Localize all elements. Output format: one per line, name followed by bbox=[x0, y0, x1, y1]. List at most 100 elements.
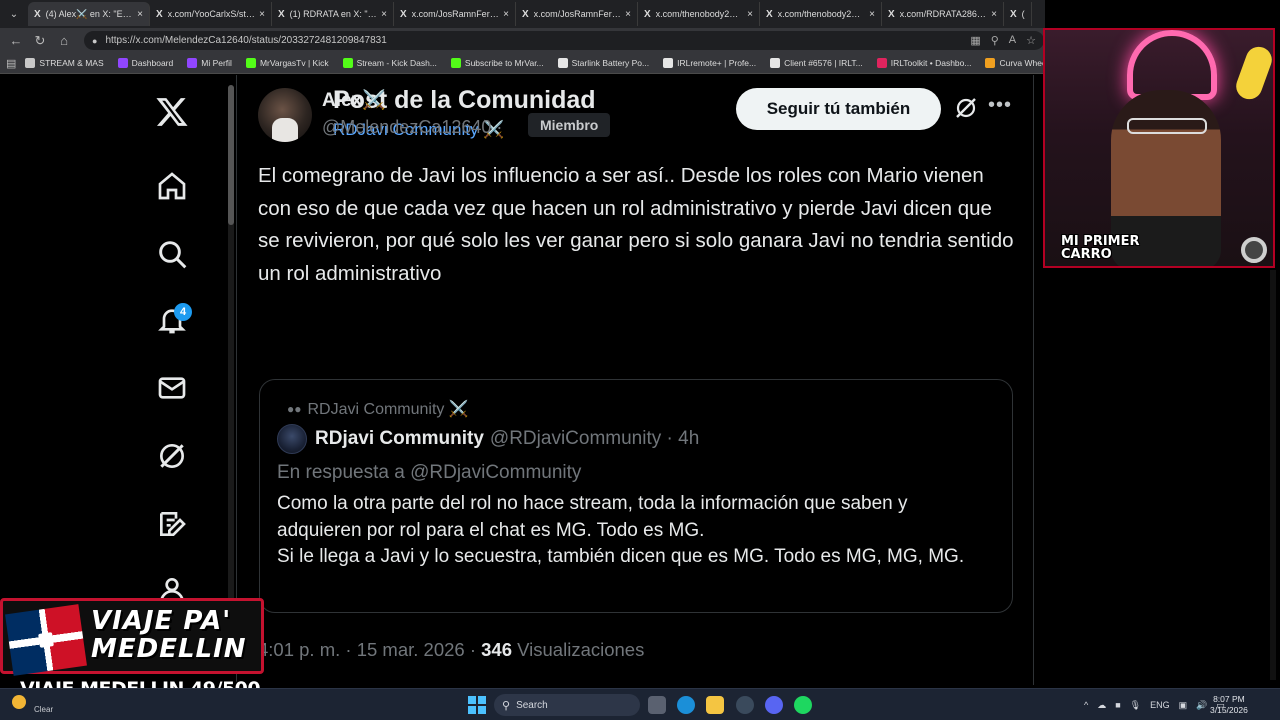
search-nav-icon[interactable] bbox=[140, 229, 204, 279]
browser-tab[interactable]: Xx.com/thenobody22345 × bbox=[638, 2, 760, 26]
close-tab-icon[interactable]: × bbox=[381, 9, 387, 20]
browser-tab[interactable]: Xx.com/thenobody22345 × bbox=[760, 2, 882, 26]
screen: ⌄ X(4) Alex⚔️ en X: "El com×Xx.com/YooCa… bbox=[0, 0, 1280, 720]
windows-start-icon[interactable] bbox=[468, 696, 486, 714]
tray-chevron-icon[interactable]: ^ bbox=[1084, 700, 1088, 710]
views-count: 346 bbox=[481, 639, 513, 660]
x-favicon-icon: X bbox=[1010, 8, 1017, 20]
favorite-star-icon[interactable]: ☆ bbox=[1026, 34, 1036, 47]
weather-moon-icon[interactable] bbox=[12, 695, 26, 709]
author-avatar[interactable] bbox=[258, 88, 312, 142]
address-bar[interactable]: ● https://x.com/MelendezCa12640/status/2… bbox=[84, 31, 1044, 50]
browser-tab[interactable]: X (1) bbox=[1004, 2, 1032, 26]
quote-handle-time[interactable]: @RDjaviCommunity · 4h bbox=[490, 428, 699, 450]
bookmark-item[interactable]: Subscribe to MrVar... bbox=[446, 58, 549, 68]
notifications-nav-icon[interactable]: 4 bbox=[140, 295, 204, 345]
bookmark-item[interactable]: MrVargasTv | Kick bbox=[241, 58, 334, 68]
browser-tab[interactable]: Xx.com/JosRamnFer7413 × bbox=[516, 2, 638, 26]
dominican-flag bbox=[5, 604, 87, 676]
grok-nav-icon[interactable] bbox=[140, 431, 204, 481]
file-explorer-icon[interactable] bbox=[706, 696, 724, 714]
bookmark-item[interactable]: STREAM & MAS bbox=[20, 58, 108, 68]
tab-list-chevron-icon[interactable]: ⌄ bbox=[0, 0, 28, 28]
people-icon: ●● bbox=[287, 402, 302, 416]
bookmark-label: IRLToolkit • Dashbo... bbox=[890, 58, 972, 68]
tray-app-icon[interactable]: ■ bbox=[1115, 700, 1120, 710]
x-logo-icon[interactable] bbox=[140, 87, 204, 137]
close-tab-icon[interactable]: × bbox=[625, 9, 631, 20]
bookmark-item[interactable]: Stream - Kick Dash... bbox=[338, 58, 442, 68]
x-favicon-icon: X bbox=[522, 8, 529, 20]
home-nav-icon[interactable] bbox=[140, 161, 204, 211]
tray-cloud-icon[interactable]: ☁ bbox=[1097, 700, 1106, 711]
close-tab-icon[interactable]: × bbox=[503, 9, 509, 20]
post-meta: 4:01 p. m. · 15 mar. 2026 · 346 Visualiz… bbox=[258, 639, 644, 661]
follow-button[interactable]: Seguir tú también bbox=[736, 88, 941, 130]
more-options-icon[interactable]: ••• bbox=[988, 94, 1014, 120]
bookmark-item[interactable]: IRLToolkit • Dashbo... bbox=[872, 58, 977, 68]
bookmark-label: Starlink Battery Po... bbox=[571, 58, 650, 68]
back-nav-icon[interactable]: ← bbox=[4, 33, 28, 48]
browser-tab[interactable]: X (1) RDRATA en X: "una s× bbox=[272, 2, 394, 26]
tab-title: (1) bbox=[1021, 9, 1025, 19]
read-aloud-icon[interactable]: A bbox=[1009, 34, 1016, 47]
bookmark-item[interactable]: Client #6576 | IRLT... bbox=[765, 58, 868, 68]
bookmark-item[interactable]: IRLremote+ | Profe... bbox=[658, 58, 761, 68]
task-view-icon[interactable] bbox=[648, 696, 666, 714]
author-handle[interactable]: @MelendezCa12640 · bbox=[322, 117, 502, 138]
edge-browser-icon[interactable] bbox=[677, 696, 695, 714]
post-timestamp[interactable]: 4:01 p. m. · 15 mar. 2026 · bbox=[258, 639, 476, 660]
close-tab-icon[interactable]: × bbox=[991, 9, 997, 20]
page-scrollbar[interactable] bbox=[228, 85, 234, 655]
tab-title: x.com/YooCarlxS/status bbox=[167, 9, 256, 19]
search-placeholder: Search bbox=[516, 699, 548, 711]
messages-nav-icon[interactable] bbox=[140, 363, 204, 413]
clock-time: 8:07 PM bbox=[1213, 694, 1245, 704]
url-text: https://x.com/MelendezCa12640/status/203… bbox=[105, 35, 387, 46]
close-tab-icon[interactable]: × bbox=[259, 9, 265, 20]
weather-label[interactable]: Clear bbox=[34, 705, 53, 714]
tab-title: x.com/JosRamnFer7413 bbox=[533, 9, 621, 19]
browser-tab[interactable]: X (4) Alex⚔️ en X: "El com × bbox=[28, 2, 150, 26]
twitch-icon bbox=[117, 58, 128, 68]
obs-icon[interactable] bbox=[736, 696, 754, 714]
discord-icon[interactable] bbox=[765, 696, 783, 714]
x-favicon-icon: X bbox=[644, 8, 651, 20]
kick-icon bbox=[342, 58, 353, 68]
home-icon[interactable]: ⌂ bbox=[52, 33, 76, 48]
language-indicator[interactable]: ENG bbox=[1150, 700, 1170, 710]
globe-icon bbox=[770, 58, 781, 68]
tab-title: x.com/RDRATA286364/ bbox=[899, 9, 988, 19]
close-tab-icon[interactable]: × bbox=[869, 9, 875, 20]
bookmark-label: Mi Perfil bbox=[201, 58, 232, 68]
zoom-icon[interactable]: ⚲ bbox=[991, 34, 999, 47]
bookmark-item[interactable]: Dashboard bbox=[113, 58, 179, 68]
browser-tab[interactable]: Xx.com/JosRamnFer7413 × bbox=[394, 2, 516, 26]
premium-nav-icon[interactable] bbox=[140, 499, 204, 549]
quoted-post[interactable]: ●● RDJavi Community ⚔️ RDjavi Community … bbox=[259, 379, 1013, 613]
close-tab-icon[interactable]: × bbox=[137, 9, 143, 20]
kick-icon bbox=[450, 58, 461, 68]
volume-icon[interactable]: 🔊 bbox=[1196, 700, 1207, 711]
browser-tab[interactable]: Xx.com/YooCarlxS/status × bbox=[150, 2, 272, 26]
bookmark-item[interactable]: Starlink Battery Po... bbox=[553, 58, 654, 68]
apps-icon[interactable]: ▦ bbox=[970, 34, 980, 47]
taskbar-search[interactable]: ⚲ Search bbox=[494, 694, 640, 716]
post-author-row: Alex⚔️ @MelendezCa12640 · Miembro Seguir… bbox=[258, 88, 1018, 148]
browser-tab[interactable]: Xx.com/RDRATA286364/× bbox=[882, 2, 1004, 26]
author-name[interactable]: Alex⚔️ bbox=[322, 88, 386, 112]
spotify-icon[interactable] bbox=[794, 696, 812, 714]
taskbar-clock[interactable]: 8:07 PM 3/15/2026 bbox=[1210, 694, 1248, 716]
bookmark-item[interactable]: Mi Perfil bbox=[182, 58, 237, 68]
network-icon[interactable]: ▣ bbox=[1179, 700, 1188, 711]
right-scrollbar[interactable] bbox=[1270, 270, 1276, 680]
favorites-icon[interactable]: ▤ bbox=[6, 57, 16, 70]
grok-icon[interactable] bbox=[954, 96, 978, 120]
microphone-icon[interactable]: 🎙 bbox=[1130, 700, 1141, 711]
close-tab-icon[interactable]: × bbox=[747, 9, 753, 20]
system-tray: ^ ☁ ■ 🎙 ENG ▣ 🔊 ▭ bbox=[1084, 689, 1225, 720]
reload-icon[interactable]: ↻ bbox=[28, 33, 52, 49]
quote-header: RDjavi Community @RDjaviCommunity · 4h bbox=[277, 424, 699, 454]
quote-avatar[interactable] bbox=[277, 424, 307, 454]
quote-author-name[interactable]: RDjavi Community bbox=[315, 428, 484, 450]
